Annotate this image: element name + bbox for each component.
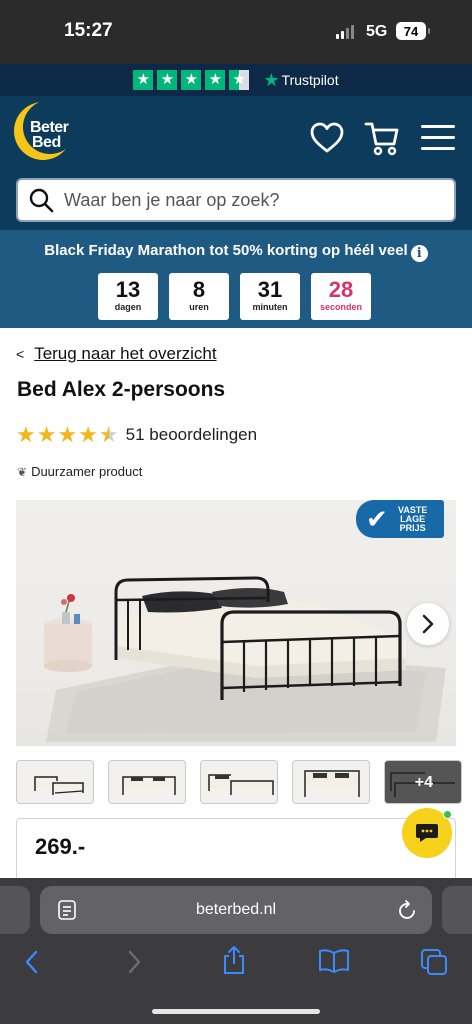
check-icon: ✔: [366, 503, 388, 534]
star-icon: ★: [78, 422, 98, 447]
sustainability-text: Duurzamer product: [31, 464, 143, 479]
countdown-hours: 8 uren: [169, 273, 229, 320]
countdown-unit: seconden: [319, 302, 362, 312]
countdown-value: 28: [328, 277, 354, 302]
product-rating[interactable]: ★ ★ ★ ★ ★ 51 beoordelingen: [16, 424, 257, 446]
next-tab-edge[interactable]: [442, 886, 472, 934]
countdown-unit: minuten: [252, 302, 288, 312]
status-bar: 15:27 5G 74: [0, 0, 472, 64]
back-to-overview-link[interactable]: < Terug naar het overzicht: [16, 344, 217, 364]
thumbnail-3[interactable]: [200, 760, 278, 804]
countdown-value: 13: [115, 277, 141, 302]
browser-nav-row: [0, 946, 472, 978]
battery-icon: 74: [396, 22, 430, 40]
search-input[interactable]: [64, 189, 424, 211]
thumbnail-2[interactable]: [108, 760, 186, 804]
trustpilot-star-icon: ★: [133, 70, 154, 90]
browser-toolbar: beterbed.nl: [0, 878, 472, 1024]
gallery-next-button[interactable]: [406, 602, 450, 646]
star-icon: ★: [16, 422, 36, 447]
star-icon: ★: [36, 422, 57, 447]
thumbnail-4[interactable]: [292, 760, 370, 804]
promo-title-row: Black Friday Marathon tot 50% korting op…: [0, 242, 472, 262]
promo-banner: Black Friday Marathon tot 50% korting op…: [0, 230, 472, 328]
sustainability-label: ❦ Duurzamer product: [17, 464, 142, 479]
cellular-signal-icon: [336, 24, 354, 39]
forward-arrow-icon[interactable]: [124, 948, 144, 976]
thumbnail-1[interactable]: [16, 760, 94, 804]
fixed-low-price-badge: ✔ VASTE LAGE PRIJS: [356, 500, 444, 538]
thumbnail-more[interactable]: +4: [384, 760, 462, 804]
logo-line2: Bed: [32, 134, 61, 151]
online-indicator: [443, 810, 452, 819]
product-title: Bed Alex 2-persoons: [17, 378, 226, 401]
countdown-timer: 13 dagen 8 uren 31 minuten 28 seconden: [98, 273, 371, 320]
bookmarks-icon[interactable]: [318, 948, 350, 974]
thumbnail-image: [304, 770, 360, 797]
logo-line1: Beter: [30, 119, 69, 136]
trustpilot-star-icon: ★: [181, 70, 202, 90]
battery-level: 74: [403, 23, 419, 39]
trustpilot-bar[interactable]: ★ ★ ★ ★ ★ ★ Trustpilot: [0, 64, 472, 96]
address-bar[interactable]: beterbed.nl: [40, 886, 432, 934]
review-count: 51 beoordelingen: [125, 425, 258, 444]
logo-text: Beter Bed: [30, 119, 69, 151]
heart-icon[interactable]: [310, 122, 344, 154]
trustpilot-star-icon: ★: [157, 70, 178, 90]
status-time: 15:27: [64, 20, 113, 41]
leaf-icon: ❦: [17, 464, 28, 479]
back-arrow-icon[interactable]: [22, 948, 42, 976]
chat-icon: [416, 824, 438, 842]
star-icon: ★: [57, 422, 78, 447]
countdown-seconds: 28 seconden: [311, 273, 371, 320]
beterbed-logo[interactable]: Beter Bed: [14, 100, 84, 164]
chevron-left-icon: <: [16, 346, 25, 362]
chat-button[interactable]: [402, 808, 452, 858]
trustpilot-star-icon: ★: [205, 70, 226, 90]
more-images-count: +4: [414, 774, 433, 791]
menu-icon[interactable]: [420, 124, 456, 152]
thumbnail-image: [27, 776, 85, 795]
countdown-value: 8: [192, 277, 206, 302]
product-image-gallery[interactable]: ✔ VASTE LAGE PRIJS: [16, 500, 456, 746]
thumbnail-image: [207, 774, 274, 795]
info-icon[interactable]: i: [410, 245, 428, 262]
countdown-days: 13 dagen: [98, 273, 158, 320]
half-star-icon: ★: [98, 422, 119, 447]
network-type: 5G: [366, 23, 388, 40]
badge-text: VASTE LAGE PRIJS: [398, 505, 427, 533]
site-header: Beter Bed: [0, 96, 472, 230]
share-icon[interactable]: [220, 944, 248, 976]
chevron-right-icon: [422, 614, 434, 634]
countdown-unit: uren: [189, 302, 209, 312]
cart-icon[interactable]: [364, 120, 400, 156]
trustpilot-logo-star-icon: ★: [263, 69, 280, 90]
url-text: beterbed.nl: [195, 901, 277, 918]
trustpilot-brand: Trustpilot: [281, 72, 339, 88]
search-bar[interactable]: [16, 178, 456, 222]
promo-title: Black Friday Marathon tot 50% korting op…: [44, 242, 408, 259]
tabs-icon[interactable]: [420, 948, 448, 976]
trustpilot-logo: ★ Trustpilot: [263, 70, 338, 91]
trustpilot-half-star-icon: ★: [229, 70, 250, 90]
back-link-label: Terug naar het overzicht: [34, 344, 217, 363]
thumbnail-strip: +4: [16, 760, 462, 804]
product-price: 269.-: [35, 834, 86, 859]
thumbnail-image: [122, 776, 176, 795]
badge-line3: PRIJS: [399, 522, 426, 533]
countdown-value: 31: [257, 277, 283, 302]
search-icon: [29, 188, 54, 213]
previous-tab-edge[interactable]: [0, 886, 30, 934]
reload-icon[interactable]: [398, 899, 418, 921]
countdown-minutes: 31 minuten: [240, 273, 300, 320]
countdown-unit: dagen: [114, 302, 142, 312]
home-indicator[interactable]: [152, 1009, 320, 1014]
